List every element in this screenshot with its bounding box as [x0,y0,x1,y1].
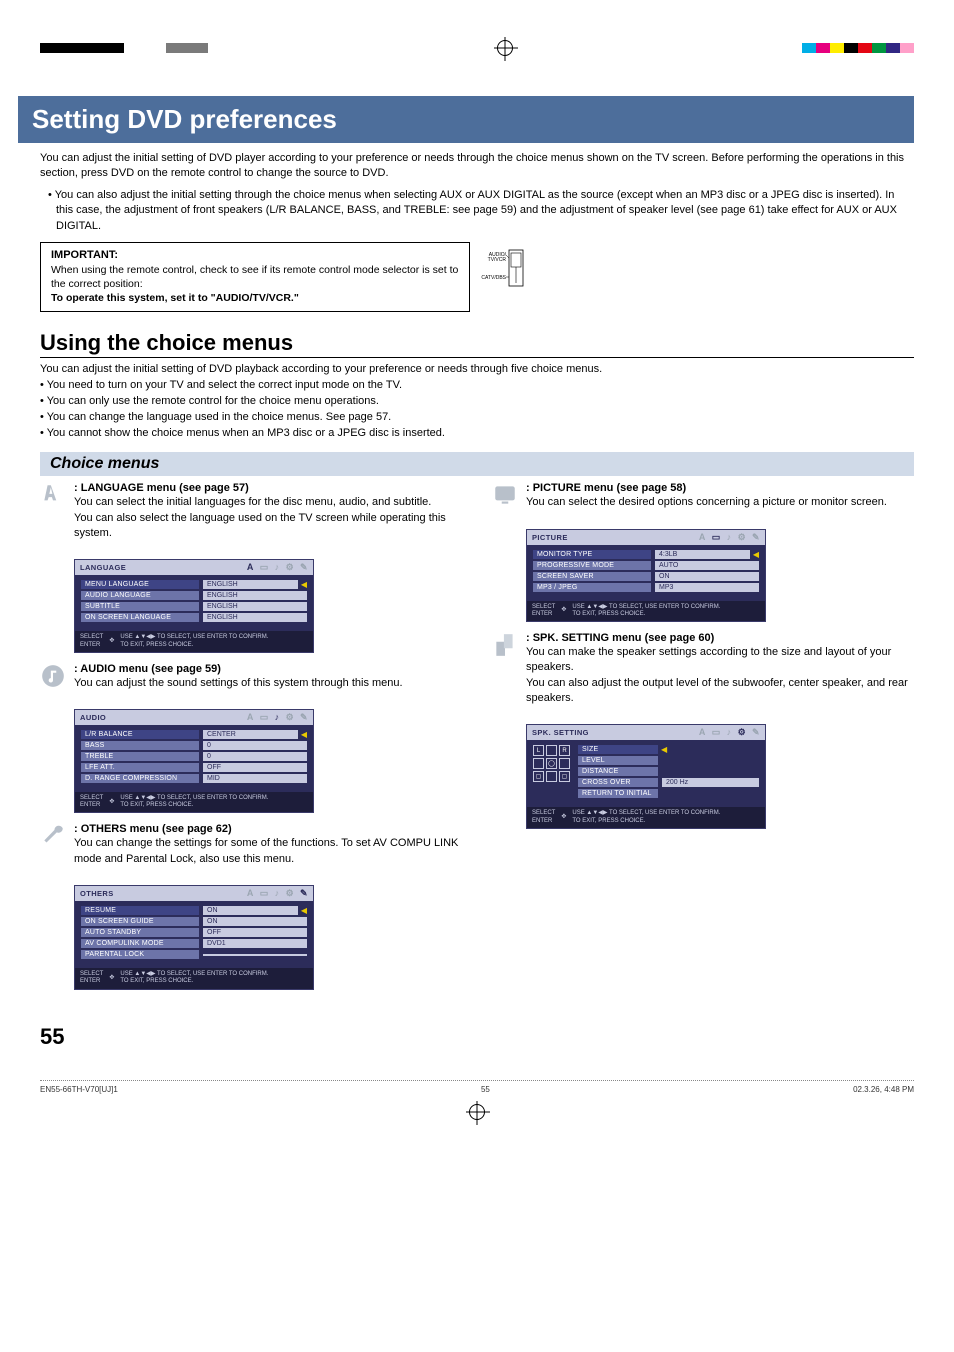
color-strip-left [40,43,208,53]
audio-note-icon [40,663,66,689]
important-body: When using the remote control, check to … [51,263,459,306]
color-strip-right [802,43,914,53]
language-title: : LANGUAGE menu (see page 57) [74,482,462,494]
language-icon [40,482,66,508]
spk-speaker-icon [492,632,518,658]
others-wrench-icon [40,823,66,849]
menu-block-picture: : PICTURE menu (see page 58) You can sel… [492,482,914,510]
page-number: 55 [40,1024,914,1050]
bullet-item: • You can only use the remote control fo… [50,394,914,410]
footer-mid: 55 [481,1085,490,1094]
picture-desc: You can select the desired options conce… [526,495,914,510]
osd-picture: PICTUREA▭♪⚙✎MONITOR TYPE4:3LB◀PROGRESSIV… [526,529,766,622]
footer-left: EN55-66TH-V70[UJ]1 [40,1085,118,1094]
page-title: Setting DVD preferences [32,104,900,135]
bullet-item: • You cannot show the choice menus when … [50,426,914,442]
osd-spk: SPK. SETTINGA▭♪⚙✎LR◯▢▢SIZE◀LEVELDISTANCE… [526,724,766,828]
menu-block-language: : LANGUAGE menu (see page 57) You can se… [40,482,462,541]
svg-text:TV/VCR: TV/VCR [488,257,507,263]
menu-block-others: : OTHERS menu (see page 62) You can chan… [40,823,462,867]
menu-block-spk: : SPK. SETTING menu (see page 60) You ca… [492,632,914,707]
important-title: IMPORTANT: [51,249,459,261]
registration-target-icon [469,1104,485,1120]
language-desc: You can select the initial languages for… [74,495,462,541]
footer-right: 02.3.26, 4:48 PM [853,1085,914,1094]
registration-marks-bottom [0,1104,954,1120]
right-column: : PICTURE menu (see page 58) You can sel… [492,482,914,999]
menus-two-column: : LANGUAGE menu (see page 57) You can se… [40,482,914,999]
osd-others: OTHERSA▭♪⚙✎RESUMEON◀ON SCREEN GUIDEONAUT… [74,885,314,989]
important-body-text: When using the remote control, check to … [51,264,458,290]
bullet-item: • You need to turn on your TV and select… [50,378,914,394]
others-title: : OTHERS menu (see page 62) [74,823,462,835]
registration-marks-top [40,40,914,56]
bullet-item: • You can change the language used in th… [50,410,914,426]
spk-title: : SPK. SETTING menu (see page 60) [526,632,914,644]
left-column: : LANGUAGE menu (see page 57) You can se… [40,482,462,999]
choice-menus-subhead: Choice menus [40,452,914,476]
osd-audio: AUDIOA▭♪⚙✎L/R BALANCECENTER◀BASS0TREBLE0… [74,709,314,813]
menu-block-audio: : AUDIO menu (see page 59) You can adjus… [40,663,462,691]
mode-selector-switch-icon: AUDIO/ TV/VCR CATV/DBS [479,247,529,292]
intro-paragraph: You can adjust the initial setting of DV… [40,151,914,182]
section-heading: Using the choice menus [40,330,914,358]
svg-text:CATV/DBS: CATV/DBS [481,275,506,281]
picture-monitor-icon [492,482,518,508]
section-bullet-list: • You need to turn on your TV and select… [40,378,914,442]
audio-desc: You can adjust the sound settings of thi… [74,676,462,691]
intro-bullet: • You can also adjust the initial settin… [48,188,914,234]
others-desc: You can change the settings for some of … [74,836,462,867]
page-root: Setting DVD preferences You can adjust t… [0,0,954,1070]
picture-title: : PICTURE menu (see page 58) [526,482,914,494]
important-bold: To operate this system, set it to "AUDIO… [51,292,299,304]
footer-bar: EN55-66TH-V70[UJ]1 55 02.3.26, 4:48 PM [40,1080,914,1098]
osd-language: LANGUAGEA▭♪⚙✎MENU LANGUAGEENGLISH◀AUDIO … [74,559,314,652]
important-box: IMPORTANT: When using the remote control… [40,242,470,313]
section-lead: You can adjust the initial setting of DV… [40,362,914,378]
registration-target-icon [497,40,513,56]
spk-desc: You can make the speaker settings accord… [526,645,914,707]
audio-title: : AUDIO menu (see page 59) [74,663,462,675]
page-title-bar: Setting DVD preferences [18,96,914,143]
